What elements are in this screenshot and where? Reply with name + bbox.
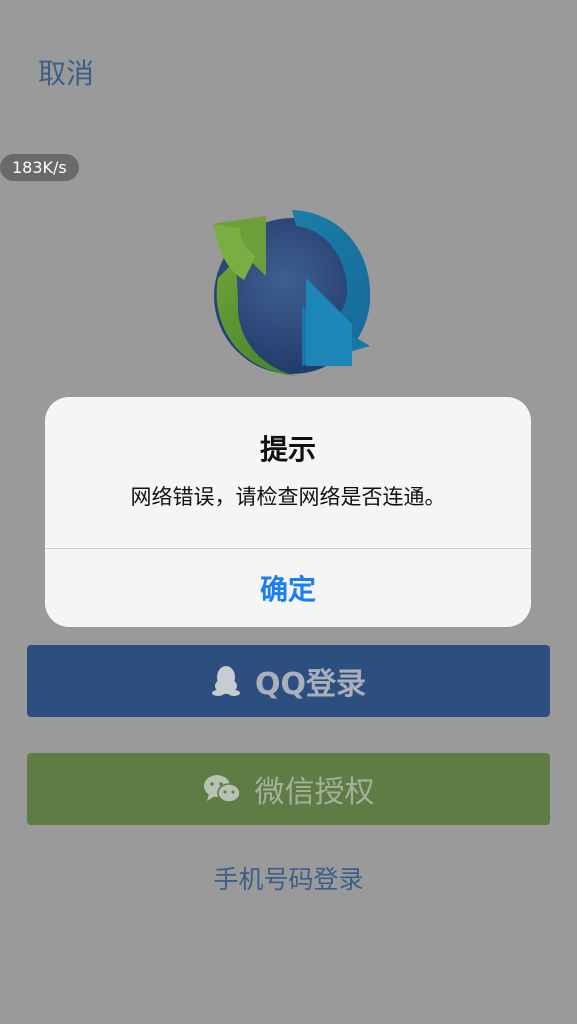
wechat-auth-button[interactable]: 微信授权: [27, 753, 550, 825]
wechat-icon: [203, 774, 241, 804]
cancel-button[interactable]: 取消: [38, 54, 94, 94]
sync-arrows-globe-logo: [200, 206, 380, 386]
qq-login-label: QQ登录: [254, 667, 366, 702]
wechat-auth-label: 微信授权: [254, 775, 375, 810]
alert-title: 提示: [259, 433, 316, 466]
alert-message: 网络错误，请检查网络是否连通。: [130, 485, 446, 509]
alert-confirm-button[interactable]: 确定: [45, 549, 531, 627]
qq-login-button[interactable]: QQ登录: [27, 645, 550, 717]
phone-login-link[interactable]: 手机号码登录: [0, 862, 577, 898]
alert-dialog: 提示 网络错误，请检查网络是否连通。 确定: [45, 397, 531, 627]
network-speed-badge: 183K/s: [0, 154, 79, 181]
qq-penguin-icon: [211, 665, 241, 697]
